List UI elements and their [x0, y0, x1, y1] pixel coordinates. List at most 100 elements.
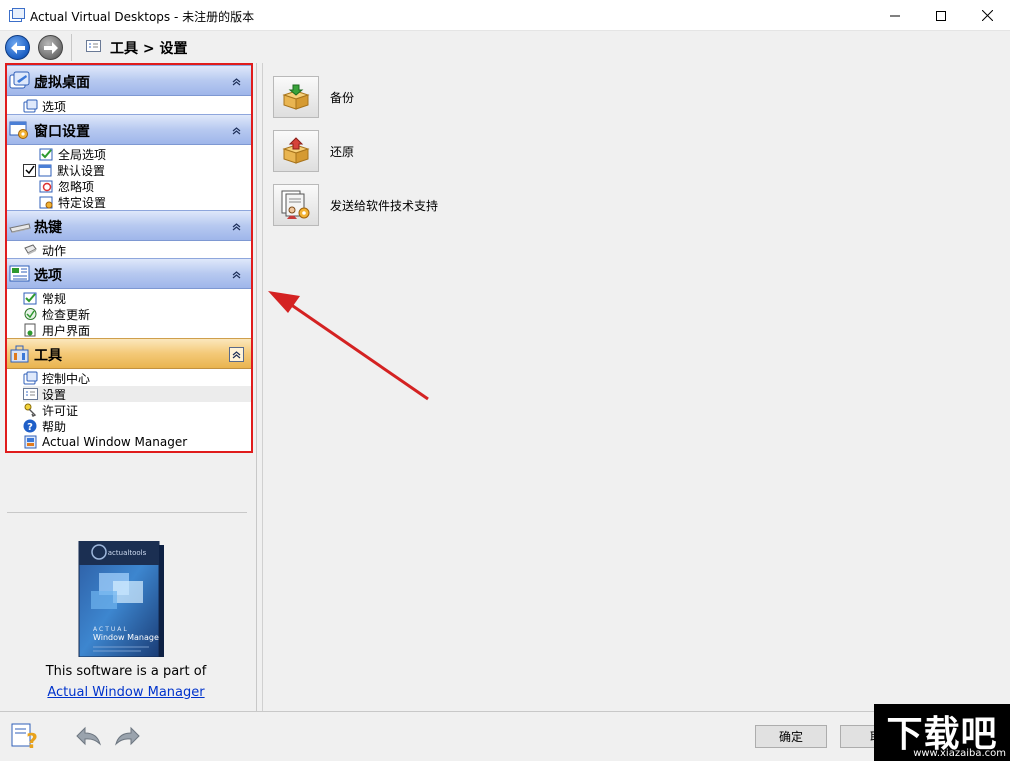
control-center-icon: [23, 371, 38, 385]
nav-item-label: 默认设置: [57, 163, 106, 178]
send-support-button[interactable]: [273, 184, 319, 226]
nav-item-control-center[interactable]: 控制中心: [23, 370, 90, 386]
virtual-desktop-icon: [9, 71, 30, 89]
nav-item-label: Actual Window Manager: [42, 435, 188, 449]
group-window-settings[interactable]: 窗口设置: [7, 114, 251, 145]
nav-item-window-manager[interactable]: Actual Window Manager: [23, 434, 187, 450]
close-button[interactable]: [964, 0, 1010, 31]
bottom-bar: ? 确定 取: [0, 711, 1010, 761]
restore-icon: [282, 137, 310, 164]
minimize-button[interactable]: [872, 0, 918, 31]
nav-item-label: 常规: [42, 291, 67, 306]
group-label: 热键: [34, 220, 62, 236]
window-title: Actual Virtual Desktops - 未注册的版本: [30, 10, 255, 24]
arrow-left-icon: [10, 41, 25, 54]
ok-button[interactable]: 确定: [755, 725, 827, 748]
nav-item-default-settings[interactable]: 默认设置: [23, 162, 105, 178]
action-send-support[interactable]: 发送给软件技术支持: [273, 184, 438, 226]
minimize-icon: [890, 15, 900, 16]
action-label: 发送给软件技术支持: [330, 198, 439, 213]
settings-page-icon: [86, 40, 101, 52]
general-icon: [23, 292, 37, 305]
promo-link[interactable]: Actual Window Manager: [0, 685, 252, 700]
toolbar-separator: [71, 34, 72, 61]
backup-icon: [282, 84, 310, 110]
options-icon: [23, 99, 38, 113]
check-update-icon: [24, 308, 37, 320]
left-panel: 虚拟桌面 选项 窗口设置 全局选项 默认设置 忽略项 特定设置 热键 动作 选项…: [0, 63, 257, 711]
nav-item-vd-options[interactable]: 选项: [23, 98, 66, 114]
action-label: 还原: [330, 144, 355, 159]
nav-item-label: 检查更新: [42, 307, 91, 322]
collapse-chevron-icon[interactable]: [229, 267, 244, 282]
product-box-image: actualtools ACTUAL Window Manager: [78, 541, 164, 657]
nav-item-license[interactable]: 许可证: [23, 402, 78, 418]
undo-button[interactable]: [73, 722, 103, 750]
forward-button[interactable]: [38, 35, 63, 60]
nav-item-check-update[interactable]: 检查更新: [23, 306, 90, 322]
group-tools[interactable]: 工具: [7, 338, 251, 369]
options-group-icon: [9, 265, 30, 282]
nav-item-label: 帮助: [42, 419, 67, 434]
collapse-chevron-icon[interactable]: [229, 123, 244, 138]
breadcrumb: 工具 > 设置: [110, 41, 188, 57]
nav-item-user-interface[interactable]: 用户界面: [23, 322, 90, 338]
global-options-icon: [39, 148, 53, 161]
collapse-chevron-icon[interactable]: [229, 74, 244, 89]
divider: [7, 512, 247, 513]
user-interface-icon: [24, 323, 36, 337]
backup-button[interactable]: [273, 76, 319, 118]
group-hotkeys[interactable]: 热键: [7, 210, 251, 241]
action-restore[interactable]: 还原: [273, 130, 354, 172]
group-virtual-desktops[interactable]: 虚拟桌面: [7, 65, 251, 96]
help-page-icon: ?: [11, 723, 38, 750]
nav-item-label: 选项: [42, 99, 67, 114]
nav-item-label: 许可证: [42, 403, 79, 418]
nav-item-label: 动作: [42, 243, 67, 258]
default-settings-checkbox[interactable]: [23, 163, 36, 177]
ignore-icon: [39, 180, 53, 193]
window-manager-icon: [24, 435, 37, 449]
nav-item-label: 用户界面: [42, 323, 91, 338]
action-backup[interactable]: 备份: [273, 76, 354, 118]
settings-icon: [23, 388, 38, 400]
watermark-url: www.xiazaiba.com: [913, 748, 1006, 759]
undo-icon: [76, 726, 101, 746]
specific-settings-icon: [39, 196, 53, 209]
nav-item-action[interactable]: 动作: [23, 242, 66, 258]
svg-text:?: ?: [26, 729, 38, 750]
group-label: 窗口设置: [34, 124, 90, 140]
help-icon: ?: [23, 419, 37, 433]
redo-icon: [115, 726, 140, 746]
group-label: 工具: [34, 348, 62, 364]
collapse-chevron-icon[interactable]: [229, 347, 244, 362]
toolbar: 工具 > 设置: [0, 31, 1010, 63]
back-button[interactable]: [5, 35, 30, 60]
nav-item-label: 特定设置: [58, 195, 107, 210]
nav-item-general[interactable]: 常规: [23, 290, 66, 306]
svg-text:?: ?: [27, 422, 33, 433]
group-options[interactable]: 选项: [7, 258, 251, 289]
hotkey-icon: [9, 223, 31, 233]
box-product-line1: ACTUAL: [93, 626, 129, 633]
nav-item-label: 忽略项: [58, 179, 95, 194]
watermark: 下载吧 www.xiazaiba.com: [874, 704, 1010, 761]
nav-item-global-options[interactable]: 全局选项: [39, 146, 106, 162]
default-settings-icon: [38, 164, 52, 177]
nav-item-ignore[interactable]: 忽略项: [39, 178, 94, 194]
nav-item-label: 设置: [42, 387, 67, 402]
navigation-tree: 虚拟桌面 选项 窗口设置 全局选项 默认设置 忽略项 特定设置 热键 动作 选项…: [7, 65, 251, 451]
redo-button[interactable]: [113, 722, 143, 750]
maximize-button[interactable]: [918, 0, 964, 31]
box-product-line2: Window Manager: [93, 633, 163, 642]
send-support-icon: [281, 190, 310, 219]
nav-item-specific-settings[interactable]: 特定设置: [39, 194, 106, 210]
context-help-button[interactable]: ?: [10, 722, 40, 750]
nav-item-label: 控制中心: [42, 371, 91, 386]
restore-button[interactable]: [273, 130, 319, 172]
nav-item-help[interactable]: ? 帮助: [23, 418, 66, 434]
collapse-chevron-icon[interactable]: [229, 219, 244, 234]
nav-item-settings[interactable]: 设置: [23, 386, 251, 402]
action-icon: [24, 244, 37, 255]
window-settings-icon: [9, 121, 28, 139]
